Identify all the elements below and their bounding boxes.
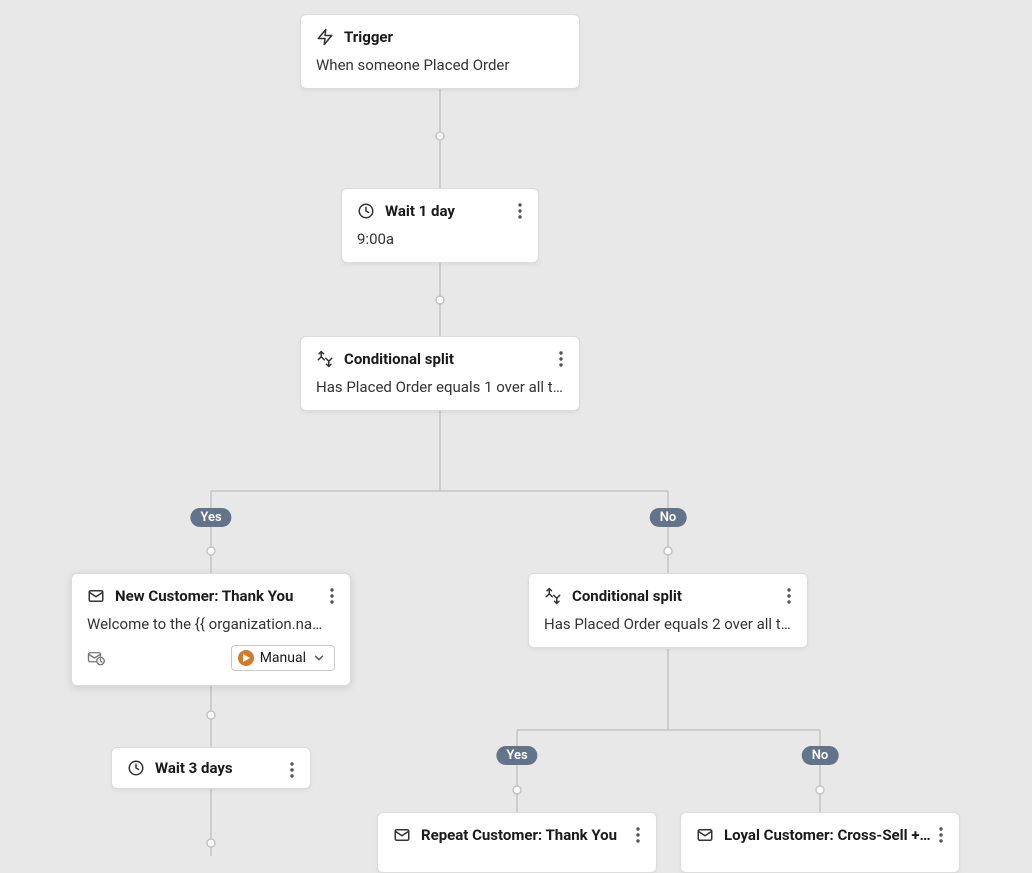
connectors	[0, 0, 1032, 856]
split-1-title: Conditional split	[344, 350, 454, 368]
clock-icon	[127, 759, 145, 777]
split-1-node[interactable]: Conditional split Has Placed Order equal…	[300, 336, 580, 411]
email-new-subtitle: Welcome to the {{ organization.name|titl…	[87, 615, 335, 633]
chevron-down-icon	[312, 651, 326, 665]
email-new-more-button[interactable]	[318, 582, 346, 610]
wait-3days-node[interactable]: Wait 3 days	[111, 747, 311, 789]
split-2-subtitle: Has Placed Order equals 2 over all time.	[544, 615, 792, 633]
manual-dropdown[interactable]: Manual	[231, 645, 335, 671]
email-loyal-title: Loyal Customer: Cross-Sell +…	[724, 826, 931, 844]
split-2-title: Conditional split	[572, 587, 682, 605]
trigger-subtitle: When someone Placed Order	[316, 56, 564, 74]
wait-3days-more-button[interactable]	[278, 756, 306, 784]
split-1-more-button[interactable]	[547, 345, 575, 373]
wait-1day-more-button[interactable]	[506, 197, 534, 225]
wait-3days-title: Wait 3 days	[155, 759, 233, 777]
wait-1day-title: Wait 1 day	[385, 202, 455, 220]
manual-status-dot-icon	[238, 650, 254, 666]
email-repeat-node[interactable]: Repeat Customer: Thank You	[377, 812, 657, 873]
branch-no-2: No	[802, 746, 839, 765]
flow-canvas[interactable]: Trigger When someone Placed Order Wait 1…	[0, 0, 1032, 856]
email-loyal-more-button[interactable]	[927, 821, 955, 849]
wait-1day-node[interactable]: Wait 1 day 9:00a	[341, 188, 539, 263]
manual-label: Manual	[260, 650, 306, 666]
lightning-icon	[316, 28, 334, 46]
clock-icon	[357, 202, 375, 220]
trigger-title: Trigger	[344, 28, 393, 46]
wait-1day-subtitle: 9:00a	[357, 230, 523, 248]
email-icon	[87, 587, 105, 605]
email-repeat-title: Repeat Customer: Thank You	[421, 826, 617, 844]
branch-yes-1: Yes	[190, 508, 231, 527]
split-icon	[544, 587, 562, 605]
email-repeat-more-button[interactable]	[624, 821, 652, 849]
split-icon	[316, 350, 334, 368]
email-icon	[393, 826, 411, 844]
smart-send-icon	[87, 650, 105, 666]
split-2-more-button[interactable]	[775, 582, 803, 610]
branch-no-1: No	[650, 508, 687, 527]
email-loyal-node[interactable]: Loyal Customer: Cross-Sell +…	[680, 812, 960, 873]
email-new-node[interactable]: New Customer: Thank You Welcome to the {…	[71, 573, 351, 686]
trigger-node[interactable]: Trigger When someone Placed Order	[300, 14, 580, 89]
email-icon	[696, 826, 714, 844]
split-1-subtitle: Has Placed Order equals 1 over all time.	[316, 378, 564, 396]
email-new-title: New Customer: Thank You	[115, 587, 293, 605]
branch-yes-2: Yes	[496, 746, 537, 765]
split-2-node[interactable]: Conditional split Has Placed Order equal…	[528, 573, 808, 648]
